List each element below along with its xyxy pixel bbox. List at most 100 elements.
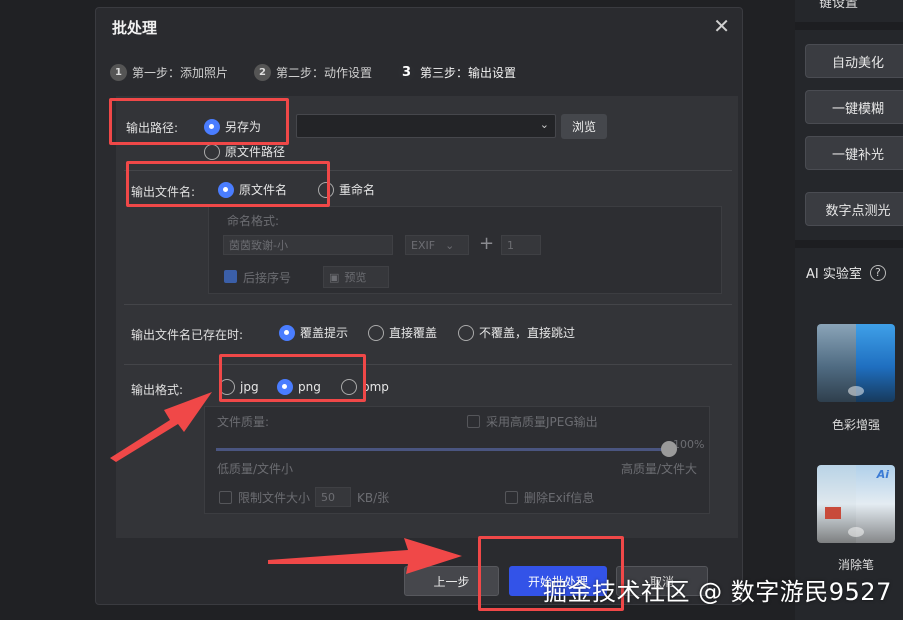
- hq-jpeg-label: 采用高质量JPEG输出: [486, 415, 598, 429]
- output-filename-label: 输出文件名:: [131, 185, 196, 199]
- radio-label: bmp: [362, 380, 389, 394]
- hq-jpeg-checkbox[interactable]: [467, 415, 480, 428]
- radio-dot: [219, 379, 235, 395]
- rename-format-label: 命名格式:: [227, 214, 280, 228]
- step-label: 第二步：动作设置: [276, 66, 373, 80]
- format-jpg-radio[interactable]: jpg: [219, 379, 259, 395]
- chevron-down-icon: ⌄: [539, 118, 549, 131]
- limit-size-label: 限制文件大小: [238, 491, 311, 505]
- append-sequence-checkbox[interactable]: [224, 270, 237, 283]
- radio-label: 原文件名: [239, 183, 288, 197]
- exif-label: EXIF: [411, 238, 436, 252]
- exists-label: 输出文件名已存在时:: [131, 328, 244, 342]
- one-click-fill-light-button[interactable]: 一键补光: [805, 136, 903, 170]
- ai-badge-icon: Ai: [876, 468, 889, 481]
- limit-size-checkbox[interactable]: [219, 491, 232, 504]
- divider: [124, 304, 732, 305]
- eye-icon: [848, 386, 864, 396]
- quality-value: 100%: [673, 438, 705, 451]
- side-separator: [795, 22, 903, 30]
- save-as-radio[interactable]: 另存为: [204, 118, 261, 135]
- format-png-radio[interactable]: png: [277, 379, 321, 395]
- previous-step-button[interactable]: 上一步: [404, 566, 499, 596]
- radio-label: jpg: [240, 380, 259, 394]
- truck-shape: [825, 507, 841, 519]
- color-enhance-thumbnail[interactable]: [817, 324, 895, 402]
- high-quality-label: 高质量/文件大: [621, 462, 698, 476]
- auto-beautify-button[interactable]: 自动美化: [805, 44, 903, 78]
- rename-radio[interactable]: 重命名: [318, 181, 375, 198]
- side-separator: [795, 240, 903, 248]
- append-sequence-label: 后接序号: [243, 271, 292, 285]
- browse-button[interactable]: 浏览: [561, 114, 607, 139]
- radio-label: 覆盖提示: [300, 326, 349, 340]
- sequence-start-input[interactable]: 1: [501, 235, 541, 255]
- eye-icon: [848, 527, 864, 537]
- preview-button[interactable]: ▣ 预览: [323, 266, 389, 288]
- radio-label: 不覆盖，直接跳过: [479, 326, 576, 340]
- chevron-down-icon: ⌄: [445, 238, 455, 252]
- radio-label: 另存为: [225, 120, 262, 134]
- one-click-blur-button[interactable]: 一键模糊: [805, 90, 903, 124]
- output-format-label: 输出格式:: [131, 383, 184, 397]
- radio-dot: [204, 143, 220, 160]
- limit-size-input[interactable]: 50: [315, 487, 351, 507]
- quality-slider-handle[interactable]: [661, 441, 677, 457]
- radio-dot: [277, 379, 293, 395]
- radio-dot: [279, 324, 295, 341]
- delete-exif-checkbox[interactable]: [505, 491, 518, 504]
- step-label: 第一步：添加照片: [132, 66, 229, 80]
- overwrite-direct-radio[interactable]: 直接覆盖: [368, 324, 437, 341]
- radio-dot: [341, 379, 357, 395]
- divider: [124, 170, 732, 171]
- original-filename-radio[interactable]: 原文件名: [218, 181, 287, 198]
- output-path-label: 输出路径:: [126, 121, 179, 135]
- skip-radio[interactable]: 不覆盖，直接跳过: [458, 324, 575, 341]
- step-1: 1 第一步：添加照片: [110, 64, 228, 81]
- quality-slider-track[interactable]: [216, 448, 666, 451]
- limit-size-unit: KB/张: [357, 491, 390, 505]
- batch-dialog: 批处理 ✕ 1 第一步：添加照片 2 第二步：动作设置 3 第三步：输出设置 输…: [95, 7, 743, 605]
- side-panel: 键设置 自动美化 一键模糊 一键补光 数字点测光 AI 实验室 ? 色彩增强 A…: [795, 0, 903, 620]
- radio-dot: [368, 324, 384, 341]
- divider: [124, 364, 732, 365]
- radio-label: 重命名: [339, 183, 376, 197]
- plus-icon[interactable]: +: [479, 233, 494, 254]
- step-number: 3: [398, 64, 416, 81]
- low-quality-label: 低质量/文件小: [217, 462, 294, 476]
- rename-format-input[interactable]: 茵茵致谢-小: [223, 235, 393, 255]
- ai-lab-label: AI 实验室: [806, 267, 862, 282]
- watermark-text: 掘金技术社区 @ 数字游民9527: [543, 578, 892, 606]
- original-path-radio[interactable]: 原文件路径: [204, 143, 285, 160]
- radio-dot: [218, 181, 234, 198]
- radio-dot: [204, 118, 220, 135]
- preview-label: 预览: [344, 271, 367, 284]
- quality-label: 文件质量:: [217, 415, 270, 429]
- overwrite-prompt-radio[interactable]: 覆盖提示: [279, 324, 348, 341]
- ai-lab-title: AI 实验室 ?: [806, 263, 886, 282]
- radio-label: png: [298, 380, 321, 394]
- close-icon[interactable]: ✕: [713, 14, 730, 38]
- step-label: 第三步：输出设置: [420, 66, 517, 80]
- dialog-title: 批处理: [112, 19, 158, 37]
- radio-label: 直接覆盖: [389, 326, 438, 340]
- preview-icon: ▣: [329, 270, 340, 284]
- settings-panel: 输出路径: 另存为 ⌄ 浏览 原文件路径 输出文件名: 原文件名 重命名 命名格…: [116, 96, 738, 538]
- step-3: 3 第三步：输出设置: [398, 64, 516, 81]
- output-path-select[interactable]: ⌄: [296, 114, 556, 138]
- radio-dot: [458, 324, 474, 341]
- side-top-label: 键设置: [819, 0, 859, 11]
- step-2: 2 第二步：动作设置: [254, 64, 372, 81]
- quality-options-box: 文件质量: 采用高质量JPEG输出 100% 低质量/文件小 高质量/文件大 限…: [204, 406, 710, 514]
- step-number: 1: [110, 64, 127, 81]
- spot-metering-button[interactable]: 数字点测光: [805, 192, 903, 226]
- color-enhance-label: 色彩增强: [831, 418, 880, 432]
- radio-label: 原文件路径: [225, 145, 286, 159]
- format-bmp-radio[interactable]: bmp: [341, 379, 389, 395]
- exif-select[interactable]: EXIF ⌄: [405, 235, 469, 255]
- eraser-thumbnail[interactable]: Ai: [817, 465, 895, 543]
- step-indicator: 1 第一步：添加照片 2 第二步：动作设置 3 第三步：输出设置: [110, 64, 516, 81]
- delete-exif-label: 删除Exif信息: [524, 491, 595, 505]
- question-circle-icon[interactable]: ?: [869, 264, 886, 281]
- eraser-label: 消除笔: [837, 558, 874, 572]
